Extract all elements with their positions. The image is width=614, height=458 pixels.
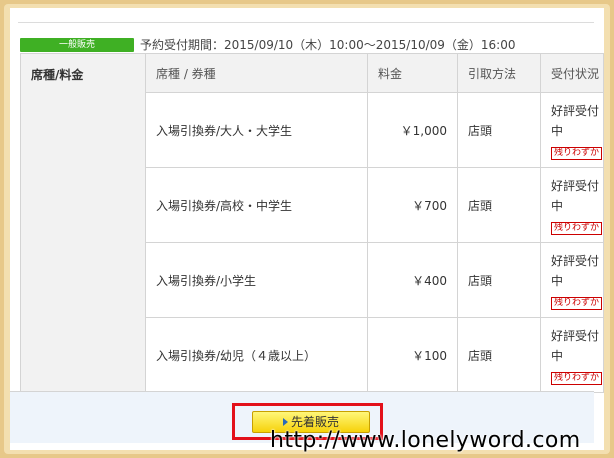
content-panel: 一般販売 予約受付期間：2015/09/10（木）10:00～2015/10/0… [10, 8, 604, 450]
ticket-name: 入場引換券/高校・中学生 [145, 167, 368, 243]
ticket-name: 入場引換券/幼児（４歳以上） [145, 317, 368, 393]
ticket-price: ￥400 [367, 242, 458, 318]
ticket-price: ￥100 [367, 317, 458, 393]
availability-status: 好評受付中 [551, 179, 600, 213]
ticket-price: ￥1,000 [367, 92, 458, 168]
few-left-badge: 残りわずか [551, 297, 603, 310]
availability-cell: 好評受付中 残りわずか [540, 317, 604, 393]
few-left-badge: 残りわずか [551, 372, 603, 385]
column-header-ticket-type: 席種 / 券種 [145, 53, 368, 93]
ticket-name: 入場引換券/小学生 [145, 242, 368, 318]
ticket-table: 席種/料金 席種 / 券種 料金 引取方法 受付状況 入場引換券/大人・大学生 … [20, 53, 604, 393]
seat-price-header: 席種/料金 [20, 53, 146, 393]
availability-status: 好評受付中 [551, 254, 600, 288]
pickup-method: 店頭 [457, 317, 541, 393]
ticket-name: 入場引換券/大人・大学生 [145, 92, 368, 168]
pickup-method: 店頭 [457, 92, 541, 168]
pickup-method: 店頭 [457, 242, 541, 318]
sale-type-badge: 一般販売 [20, 38, 134, 52]
divider [18, 22, 594, 23]
column-header-pickup: 引取方法 [457, 53, 541, 93]
watermark-url: http://www.lonelyword.com [270, 428, 581, 453]
first-come-sale-label: 先着販売 [290, 415, 339, 429]
ticket-price: ￥700 [367, 167, 458, 243]
few-left-badge: 残りわずか [551, 222, 603, 235]
column-header-status: 受付状況 [540, 53, 604, 93]
availability-cell: 好評受付中 残りわずか [540, 167, 604, 243]
pickup-method: 店頭 [457, 167, 541, 243]
few-left-badge: 残りわずか [551, 147, 603, 160]
reservation-period: 予約受付期間：2015/09/10（木）10:00～2015/10/09（金）1… [140, 38, 516, 52]
column-header-price: 料金 [367, 53, 458, 93]
availability-cell: 好評受付中 残りわずか [540, 92, 604, 168]
play-arrow-icon [282, 417, 288, 426]
availability-status: 好評受付中 [551, 104, 600, 138]
availability-cell: 好評受付中 残りわずか [540, 242, 604, 318]
availability-status: 好評受付中 [551, 329, 600, 363]
